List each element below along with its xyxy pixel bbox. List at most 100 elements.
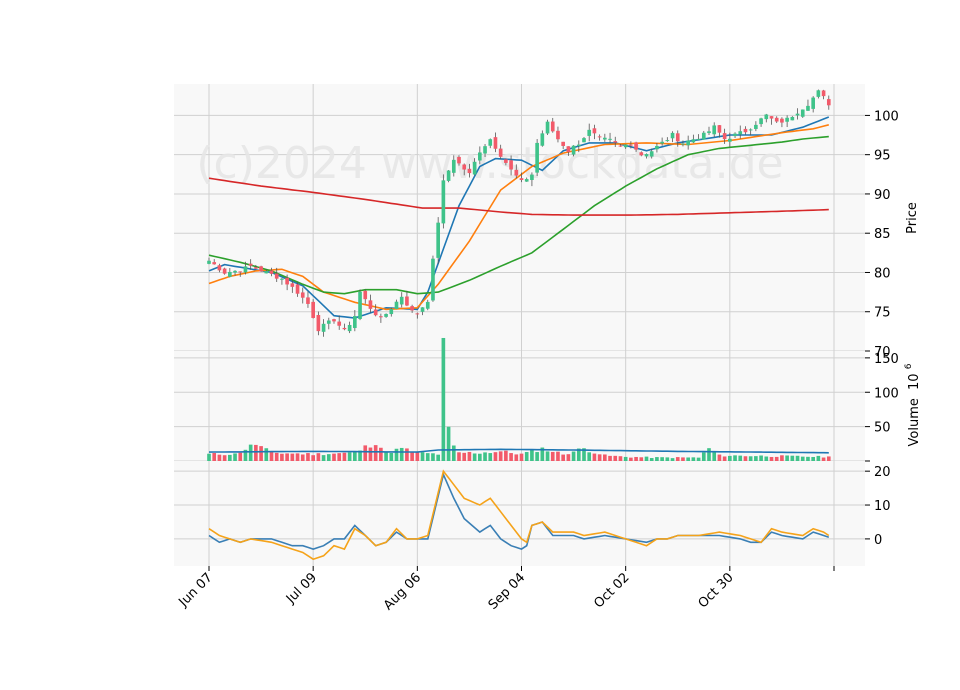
volume-bar xyxy=(556,451,560,461)
x-tick-label: Oct 30 xyxy=(696,570,737,611)
volume-bar xyxy=(347,452,352,461)
y-tick-label: 100 xyxy=(874,386,899,401)
volume-bar xyxy=(415,451,420,461)
volume-bar xyxy=(228,454,232,461)
candle-up xyxy=(347,324,352,332)
candle-up xyxy=(603,137,607,140)
volume-bar xyxy=(806,456,810,461)
volume-bar xyxy=(733,455,737,461)
y-tick-label: 75 xyxy=(874,306,891,321)
volume-bar xyxy=(707,448,711,461)
volume-bar xyxy=(691,457,696,461)
candle-down xyxy=(254,267,258,269)
candle-down xyxy=(332,319,336,322)
candle-down xyxy=(300,292,305,298)
volume-bar xyxy=(800,456,805,461)
volume-bar xyxy=(254,444,258,461)
candle-up xyxy=(358,291,362,319)
candle-down xyxy=(556,130,560,140)
candle-down xyxy=(561,141,565,146)
volume-bar xyxy=(712,451,717,461)
volume-bar xyxy=(441,337,446,461)
volume-bar xyxy=(248,444,253,461)
x-tick-label: Sep 04 xyxy=(486,570,529,613)
volume-bar xyxy=(644,456,649,461)
candle-up xyxy=(488,139,493,146)
candle-up xyxy=(587,129,592,136)
candle-down xyxy=(613,141,618,143)
volume-bar xyxy=(410,451,414,461)
volume-bar xyxy=(379,447,383,461)
volume-bar xyxy=(722,456,727,461)
volume-bar xyxy=(608,455,612,461)
y-tick-label: 100 xyxy=(874,109,899,124)
candle-up xyxy=(806,105,810,111)
candle-down xyxy=(311,301,315,318)
y-tick-label: 90 xyxy=(874,188,891,203)
volume-bar xyxy=(321,455,326,461)
price-axis-label: Price xyxy=(905,202,920,234)
volume-bar xyxy=(530,449,534,461)
volume-bar xyxy=(629,457,633,461)
candle-up xyxy=(707,131,711,134)
oscillator-panel: 0 10 20 xyxy=(174,461,891,566)
volume-bar xyxy=(670,458,675,461)
volume-bar xyxy=(259,446,263,461)
candle-down xyxy=(675,133,680,142)
candle-up xyxy=(478,152,482,161)
candle-down xyxy=(342,327,347,330)
volume-bar xyxy=(285,453,289,461)
volume-bar xyxy=(675,457,680,461)
candle-down xyxy=(780,118,784,123)
volume-bar xyxy=(754,456,758,461)
volume-bar xyxy=(634,456,638,461)
candle-up xyxy=(696,138,701,140)
y-tick-label: 80 xyxy=(874,266,891,281)
candle-up xyxy=(790,116,795,121)
volume-bar xyxy=(639,457,644,461)
volume-bar xyxy=(290,453,295,461)
volume-bar xyxy=(696,457,701,461)
candle-down xyxy=(592,128,597,134)
candle-down xyxy=(514,169,519,176)
volume-bar xyxy=(295,453,300,461)
candle-down xyxy=(634,142,638,150)
volume-bar xyxy=(795,455,800,461)
candle-up xyxy=(431,258,435,301)
volume-bar xyxy=(405,448,409,461)
candle-up xyxy=(233,270,237,273)
candle-up xyxy=(571,145,576,155)
candle-down xyxy=(550,121,555,132)
y-tick-label: 0 xyxy=(874,533,882,548)
candle-up xyxy=(420,307,425,312)
candle-up xyxy=(701,132,706,140)
candle-down xyxy=(457,156,461,164)
volume-bar xyxy=(384,451,388,461)
volume-bar xyxy=(399,447,404,461)
volume-bar xyxy=(478,453,482,461)
volume-bar xyxy=(462,452,467,461)
candle-up xyxy=(425,301,430,309)
candle-up xyxy=(441,180,446,224)
volume-bar xyxy=(332,453,336,461)
candle-down xyxy=(821,90,826,97)
volume-bar xyxy=(280,453,284,461)
candle-down xyxy=(467,168,472,174)
volume-bar xyxy=(233,453,237,461)
candle-up xyxy=(540,133,545,146)
y-tick-label: 85 xyxy=(874,227,891,242)
candle-up xyxy=(436,222,440,258)
candle-down xyxy=(597,136,602,138)
candle-up xyxy=(280,278,284,280)
candle-up xyxy=(243,266,248,273)
volume-bar xyxy=(826,456,831,461)
candle-up xyxy=(524,179,529,182)
candle-down xyxy=(222,268,227,274)
candle-down xyxy=(509,160,513,170)
volume-bar xyxy=(738,455,743,461)
volume-bar xyxy=(451,445,456,461)
candle-up xyxy=(399,296,404,305)
volume-bar xyxy=(274,452,279,461)
candle-up xyxy=(576,144,581,147)
volume-axis-label: Volume 10 6 xyxy=(904,363,922,446)
